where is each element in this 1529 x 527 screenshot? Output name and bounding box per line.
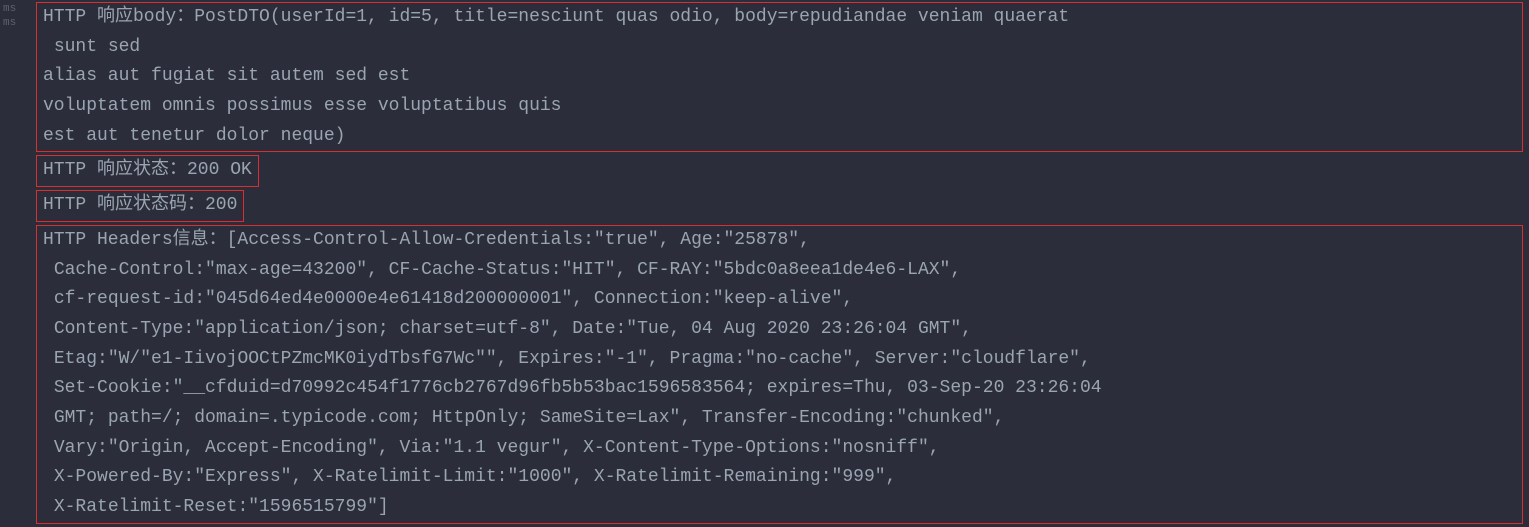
- log-text: HTTP Headers信息：[Access-Control-Allow-Cre…: [43, 230, 1102, 517]
- http-headers-log[interactable]: HTTP Headers信息：[Access-Control-Allow-Cre…: [36, 225, 1523, 524]
- http-response-body-log[interactable]: HTTP 响应body：PostDTO(userId=1, id=5, titl…: [36, 2, 1523, 152]
- http-response-status-log[interactable]: HTTP 响应状态：200 OK: [36, 155, 259, 187]
- gutter-ms-label: ms: [3, 16, 30, 30]
- http-response-status-code-log[interactable]: HTTP 响应状态码：200: [36, 190, 244, 222]
- editor-gutter: ms ms: [0, 0, 30, 523]
- gutter-ms-label: ms: [3, 2, 30, 16]
- console-content: HTTP 响应body：PostDTO(userId=1, id=5, titl…: [36, 0, 1523, 527]
- log-text: HTTP 响应状态码：200: [43, 195, 237, 215]
- log-text: HTTP 响应body：PostDTO(userId=1, id=5, titl…: [43, 7, 1069, 146]
- log-text: HTTP 响应状态：200 OK: [43, 160, 252, 180]
